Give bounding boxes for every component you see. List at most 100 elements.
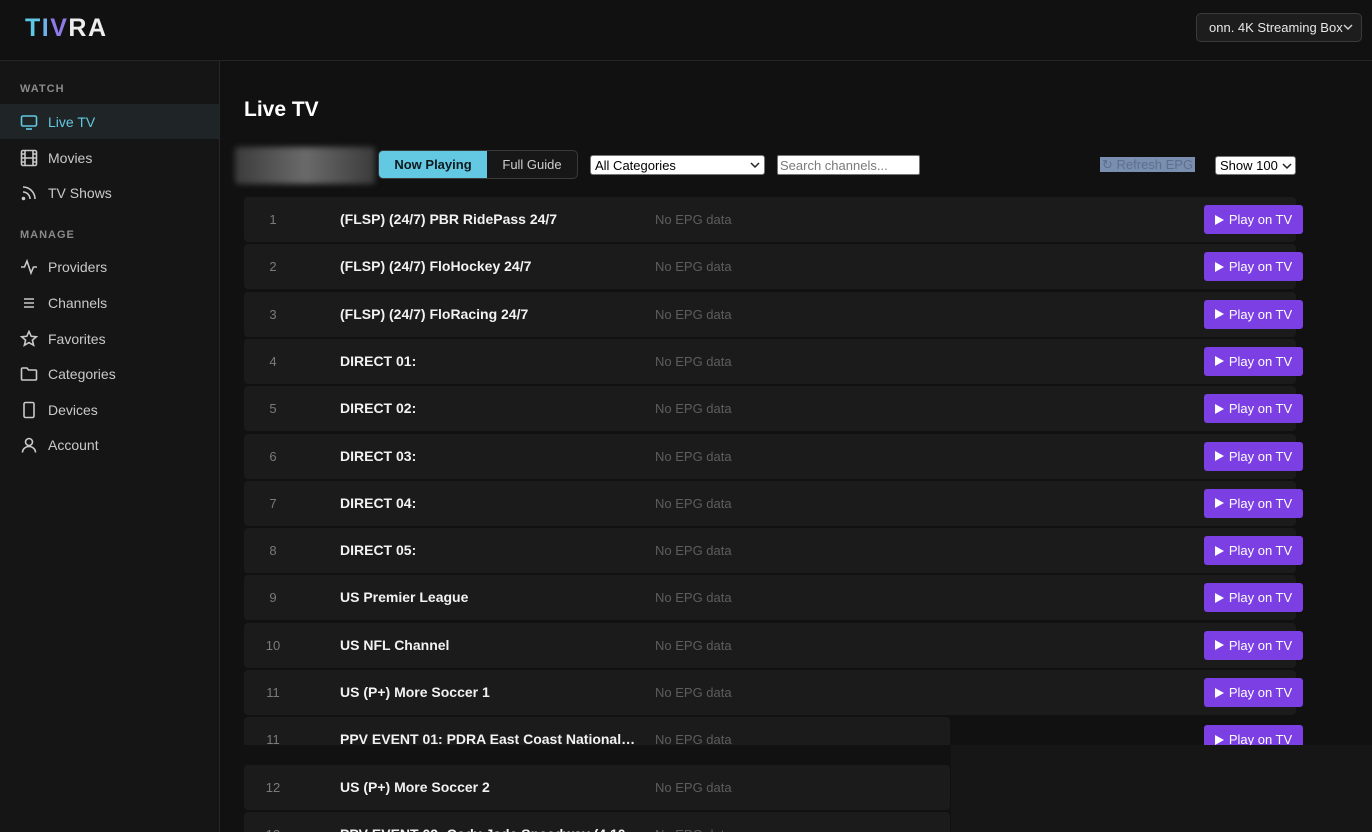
play-on-tv-button[interactable]: Play on TV	[1204, 394, 1303, 424]
play-icon	[1214, 640, 1224, 651]
play-icon	[1214, 451, 1224, 461]
chevron-down-icon	[1282, 163, 1292, 170]
play-on-tv-button[interactable]: Play on TV	[1204, 441, 1303, 471]
activity-icon	[20, 258, 38, 276]
epg-status: No EPG data	[655, 306, 732, 322]
channel-number: 12	[265, 779, 281, 795]
epg-status: No EPG data	[655, 259, 732, 275]
epg-status: No EPG data	[655, 685, 732, 700]
main-scroll-area: Live TV Now Playing Full Guide All Categ…	[221, 61, 1372, 745]
refresh-epg-button[interactable]: ↻ Refresh EPG	[1100, 157, 1196, 172]
epg-status: No EPG data	[655, 590, 732, 606]
channel-number: 3	[269, 306, 277, 322]
play-on-tv-button[interactable]: Play on TV	[1204, 725, 1303, 745]
channel-row[interactable]: 5 DIRECT 02: No EPG data Play on TV	[244, 386, 1303, 432]
channel-name: US Premier League	[340, 589, 469, 606]
play-button-label: Play on TV	[1228, 637, 1293, 653]
sidebar-item-favorites[interactable]: Favorites	[0, 321, 219, 356]
play-on-tv-button[interactable]: Play on TV	[1204, 536, 1303, 566]
search-channels-input[interactable]	[777, 155, 920, 175]
channel-row[interactable]: 8 DIRECT 05: No EPG data Play on TV	[244, 528, 1303, 574]
channel-number: 7	[269, 495, 277, 511]
category-select-value: All Categories	[595, 157, 676, 173]
play-icon	[1214, 545, 1224, 556]
channel-row[interactable]: 9 US Premier League No EPG data Play on TV	[244, 575, 1303, 621]
epg-status: No EPG data	[655, 779, 732, 795]
show-count-select[interactable]: Show 100	[1215, 156, 1296, 175]
sidebar-item-movies[interactable]: Movies	[0, 140, 219, 175]
play-on-tv-button[interactable]: Play on TV	[1204, 488, 1303, 518]
channel-row[interactable]: 11 US (P+) More Soccer 1 No EPG data Play o…	[244, 670, 1303, 715]
channel-row[interactable]: 7 DIRECT 04: No EPG data Play on TV	[244, 480, 1303, 526]
play-button-label: Play on TV	[1228, 353, 1293, 369]
play-button-label: Play on TV	[1228, 448, 1293, 464]
device-select[interactable]: onn. 4K Streaming Box	[1196, 13, 1362, 42]
sidebar-item-label: Favorites	[48, 330, 106, 347]
play-on-tv-button[interactable]: Play on TV	[1204, 299, 1303, 329]
category-select[interactable]: All Categories	[590, 155, 765, 175]
epg-status: No EPG data	[655, 827, 732, 832]
channel-number: 13	[244, 827, 302, 832]
sidebar-item-live-tv[interactable]: Live TV	[0, 104, 219, 139]
channel-row[interactable]: 2 (FLSP) (24/7) FloHockey 24/7 No EPG data…	[244, 244, 1303, 290]
star-icon	[20, 329, 38, 348]
sidebar-item-channels[interactable]: Channels	[0, 285, 219, 320]
play-on-tv-button[interactable]: Play on TV	[1204, 583, 1303, 613]
play-on-tv-button[interactable]: Play on TV	[1204, 678, 1303, 707]
channel-row[interactable]: 1 (FLSP) (24/7) PBR RidePass 24/7 No EPG d…	[244, 197, 1303, 242]
sidebar-item-categories[interactable]: Categories	[0, 356, 219, 391]
logo-letter: RA	[68, 14, 108, 42]
sidebar-item-label: Devices	[48, 401, 98, 418]
sidebar-item-account[interactable]: Account	[0, 427, 219, 462]
channel-name: (FLSP) (24/7) FloHockey 24/7	[340, 258, 532, 275]
play-on-tv-button[interactable]: Play on TV	[1204, 205, 1303, 234]
sidebar-item-label: Account	[48, 436, 99, 453]
sidebar-item-devices[interactable]: Devices	[0, 392, 219, 427]
play-icon	[1214, 214, 1224, 225]
channel-number: 11	[266, 685, 280, 700]
play-icon	[1214, 261, 1224, 272]
channel-row[interactable]: 11 PPV EVENT 01: PDRA East Coast National…	[244, 717, 1303, 745]
tivra-logo[interactable]: TIVRA	[25, 14, 108, 43]
play-button-label: Play on TV	[1228, 401, 1293, 417]
epg-status: No EPG data	[655, 448, 732, 464]
chevron-down-icon	[750, 162, 760, 169]
epg-status: No EPG data	[655, 353, 732, 369]
sidebar-item-label: Categories	[48, 365, 116, 382]
show-count-value: Show 100	[1220, 158, 1278, 173]
view-toggle: Now Playing Full Guide	[378, 150, 578, 179]
channel-row[interactable]: 4 DIRECT 01: No EPG data Play on TV	[244, 338, 1303, 384]
device-select-value: onn. 4K Streaming Box	[1209, 20, 1343, 35]
channel-name: DIRECT 02:	[340, 400, 417, 417]
channel-row[interactable]: 13 PPV EVENT 02: Cody Jade Speedway (4.10…	[244, 811, 950, 832]
channel-name: DIRECT 04:	[340, 494, 417, 511]
play-button-label: Play on TV	[1228, 306, 1293, 322]
play-icon	[1214, 498, 1224, 509]
sidebar-item-providers[interactable]: Providers	[0, 249, 219, 284]
play-icon	[1214, 309, 1224, 320]
channel-name: (FLSP) (24/7) PBR RidePass 24/7	[340, 211, 558, 227]
channel-row[interactable]: 6 DIRECT 03: No EPG data Play on TV	[244, 433, 1303, 479]
smartphone-icon	[20, 401, 38, 419]
channel-number: 11	[266, 732, 280, 745]
channel-row[interactable]: 10 US NFL Channel No EPG data Play on TV	[244, 622, 1303, 668]
channel-name: DIRECT 05:	[340, 542, 417, 559]
sidebar-item-tv-shows[interactable]: TV Shows	[0, 175, 219, 210]
play-on-tv-button[interactable]: Play on TV	[1204, 346, 1303, 376]
play-on-tv-button[interactable]: Play on TV	[1204, 630, 1303, 660]
logo-letter: T	[25, 14, 42, 42]
channel-row[interactable]: 12 US (P+) More Soccer 2 No EPG data	[244, 764, 950, 810]
channel-number: 4	[269, 353, 277, 369]
list-icon	[20, 294, 38, 312]
epg-status: No EPG data	[655, 212, 732, 227]
app-root: TIVRA onn. 4K Streaming Box WATCH Live T…	[0, 0, 1372, 832]
tab-now-playing[interactable]: Now Playing	[379, 151, 487, 178]
channel-name: US (P+) More Soccer 1	[340, 684, 490, 700]
channel-row[interactable]: 3 (FLSP) (24/7) FloRacing 24/7 No EPG data…	[244, 291, 1303, 337]
tv-icon	[20, 113, 38, 131]
tab-full-guide[interactable]: Full Guide	[487, 151, 577, 178]
channel-number: 5	[269, 401, 277, 417]
sidebar-item-label: Movies	[48, 149, 93, 166]
play-on-tv-button[interactable]: Play on TV	[1204, 252, 1303, 282]
channel-number: 2	[269, 259, 277, 275]
